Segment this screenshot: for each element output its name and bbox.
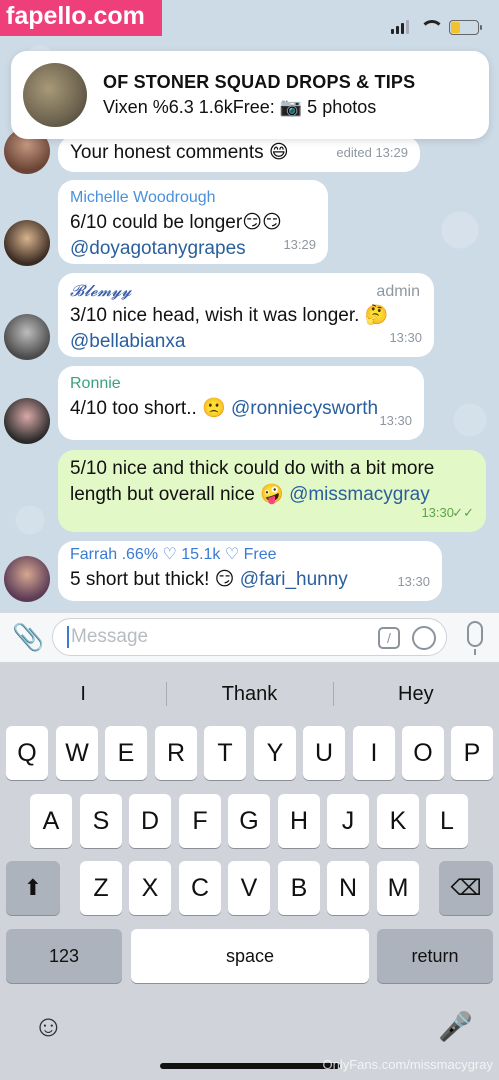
key-b[interactable]: B (278, 861, 320, 915)
avatar[interactable] (4, 314, 50, 360)
read-checkmark-icon: ✓✓ (452, 505, 474, 520)
key-f[interactable]: F (179, 794, 221, 848)
message-text: 6/10 could be longer😏😏 (70, 212, 282, 233)
avatar[interactable] (4, 398, 50, 444)
battery-icon (449, 19, 482, 35)
key-d[interactable]: D (129, 794, 171, 848)
dictation-mic-icon[interactable]: 🎤 (438, 1010, 473, 1043)
home-indicator[interactable] (160, 1063, 340, 1069)
predictive-suggestions: I Thank Hey (0, 676, 499, 712)
suggestion[interactable]: Thank (166, 676, 332, 712)
message-text: Your honest comments 😄 (70, 142, 289, 163)
key-m[interactable]: M (377, 861, 419, 915)
avatar[interactable] (4, 556, 50, 602)
cellular-signal-icon (391, 20, 409, 34)
suggestion[interactable]: I (0, 676, 166, 712)
notification-thumbnail (23, 63, 87, 127)
key-z[interactable]: Z (80, 861, 122, 915)
key-i[interactable]: I (353, 726, 395, 780)
mention-link[interactable]: @missmacygray (289, 484, 430, 505)
sender-name[interactable]: Ronnie (70, 374, 412, 394)
key-k[interactable]: K (377, 794, 419, 848)
shift-key[interactable]: ⬆ (6, 861, 60, 915)
numbers-key[interactable]: 123 (6, 929, 122, 983)
key-w[interactable]: W (56, 726, 98, 780)
admin-badge: admin (376, 283, 420, 300)
sender-name[interactable]: Michelle Woodrough (70, 188, 316, 208)
message-bubble[interactable]: Ronnie 4/10 too short.. 🙁 @ronniecyswort… (58, 366, 424, 440)
key-x[interactable]: X (129, 861, 171, 915)
status-bar (391, 16, 482, 38)
message-text: 5 short but thick! 😏 (70, 569, 235, 590)
message-time: 13:30 (389, 330, 422, 345)
mention-link[interactable]: @ronniecysworth (231, 398, 378, 419)
sender-name[interactable]: 𝓑𝓵𝓮𝓶𝔂𝔂 (70, 281, 422, 301)
key-g[interactable]: G (228, 794, 270, 848)
message-time: edited 13:29 (336, 145, 408, 160)
sticker-icon[interactable] (412, 626, 436, 650)
key-p[interactable]: P (451, 726, 493, 780)
avatar[interactable] (4, 220, 50, 266)
push-notification-banner[interactable]: OF STONER SQUAD DROPS & TIPS Vixen %6.3 … (11, 51, 489, 139)
key-y[interactable]: Y (254, 726, 296, 780)
microphone-icon[interactable] (467, 621, 483, 655)
key-u[interactable]: U (303, 726, 345, 780)
message-time: 13:30 (379, 413, 412, 428)
message-input-bar: 📎 Message / (0, 612, 499, 662)
outgoing-message-bubble[interactable]: 5/10 nice and thick could do with a bit … (58, 450, 486, 532)
mention-link[interactable]: @fari_hunny (240, 569, 348, 590)
footer-watermark: OnlyFans.com/missmacygray (322, 1057, 493, 1072)
key-v[interactable]: V (228, 861, 270, 915)
message-time: 13:29 (283, 237, 316, 252)
mention-link[interactable]: @doyagotanygrapes (70, 236, 316, 262)
suggestion[interactable]: Hey (332, 676, 499, 712)
sender-name[interactable]: Farrah .66% ♡ 15.1k ♡ Free (70, 545, 430, 565)
message-text: 4/10 too short.. 🙁 (70, 398, 226, 419)
key-r[interactable]: R (155, 726, 197, 780)
message-bubble[interactable]: 𝓑𝓵𝓮𝓶𝔂𝔂 admin 3/10 nice head, wish it was… (58, 273, 434, 357)
key-o[interactable]: O (402, 726, 444, 780)
key-t[interactable]: T (204, 726, 246, 780)
key-e[interactable]: E (105, 726, 147, 780)
key-c[interactable]: C (179, 861, 221, 915)
text-cursor (67, 626, 69, 648)
message-bubble[interactable]: Your honest comments 😄 edited 13:29 (58, 136, 420, 172)
wifi-icon (419, 20, 444, 34)
message-placeholder: Message (71, 626, 149, 647)
command-icon[interactable]: / (378, 627, 400, 649)
emoji-keyboard-icon[interactable]: ☺ (33, 1010, 64, 1044)
message-bubble[interactable]: Michelle Woodrough 6/10 could be longer😏… (58, 180, 328, 264)
key-l[interactable]: L (426, 794, 468, 848)
mention-link[interactable]: @bellabianxa (70, 329, 422, 355)
message-input[interactable]: Message / (52, 618, 447, 656)
key-s[interactable]: S (80, 794, 122, 848)
key-a[interactable]: A (30, 794, 72, 848)
key-n[interactable]: N (327, 861, 369, 915)
backspace-key[interactable]: ⌫ (439, 861, 493, 915)
notification-body: Vixen %6.3 1.6kFree: 📷 5 photos (103, 97, 377, 117)
message-time: 13:30 (421, 505, 454, 520)
return-key[interactable]: return (377, 929, 493, 983)
site-watermark: fapello.com (0, 0, 162, 36)
message-text: 3/10 nice head, wish it was longer. 🤔 (70, 305, 389, 326)
message-time: 13:30 (397, 574, 430, 589)
attach-icon[interactable]: 📎 (12, 622, 44, 653)
key-q[interactable]: Q (6, 726, 48, 780)
notification-title: OF STONER SQUAD DROPS & TIPS (103, 72, 416, 92)
key-h[interactable]: H (278, 794, 320, 848)
key-j[interactable]: J (327, 794, 369, 848)
space-key[interactable]: space (131, 929, 369, 983)
message-bubble[interactable]: Farrah .66% ♡ 15.1k ♡ Free 5 short but t… (58, 541, 442, 601)
